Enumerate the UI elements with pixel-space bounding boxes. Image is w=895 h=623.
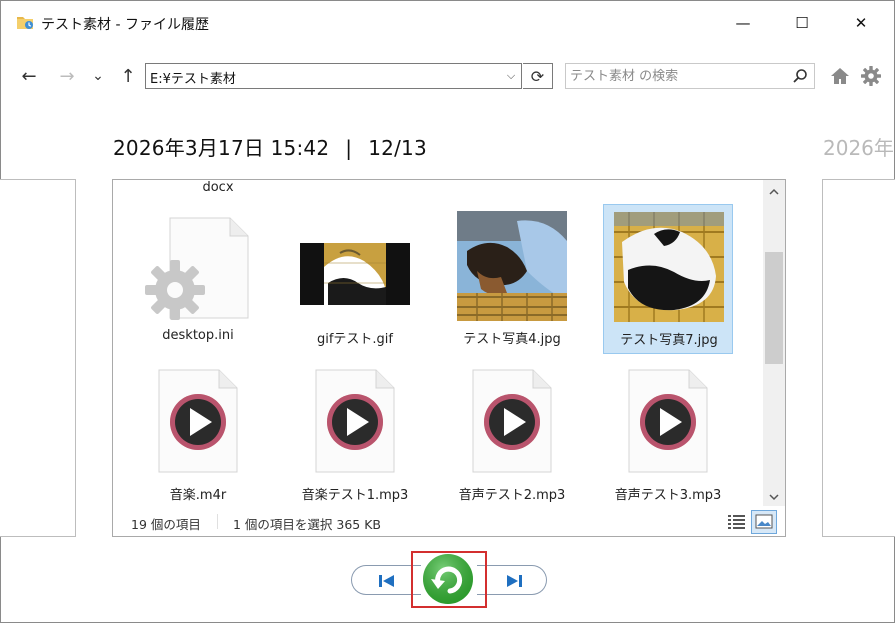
status-divider: [217, 514, 218, 529]
file-tile-test-photo-7[interactable]: テスト写真7.jpg: [603, 204, 733, 354]
selection-info: 1 個の項目を選択 365 KB: [233, 517, 382, 532]
home-icon[interactable]: [829, 65, 851, 87]
image-thumbnail: [457, 211, 567, 321]
forward-button[interactable]: →: [53, 61, 81, 91]
file-grid: docx desktop.ini gifテスト.gif テスト写真4.jpg テ…: [113, 180, 763, 508]
search-box[interactable]: [565, 63, 815, 89]
next-version-button[interactable]: [477, 565, 547, 595]
search-input[interactable]: [570, 67, 780, 85]
recent-locations-button[interactable]: ⌄: [87, 61, 109, 91]
file-name: 音楽テスト1.mp3: [301, 488, 409, 503]
back-button[interactable]: ←: [15, 61, 43, 91]
close-button[interactable]: ✕: [838, 1, 884, 45]
partial-file-label: docx: [202, 180, 234, 195]
title-bar: テスト素材 - ファイル履歴 — ☐ ✕: [1, 1, 894, 45]
file-name: desktop.ini: [162, 328, 234, 343]
file-tile-desktop-ini[interactable]: desktop.ini: [133, 204, 263, 354]
address-bar[interactable]: E:¥テスト素材 ⌵: [145, 63, 522, 89]
scroll-up-button[interactable]: [763, 182, 785, 200]
media-file-icon: [472, 369, 552, 473]
file-name: 音声テスト2.mp3: [458, 488, 566, 503]
file-tile-gif-test[interactable]: gifテスト.gif: [290, 204, 420, 354]
previous-snapshot-panel[interactable]: [0, 179, 76, 537]
file-tile-voice-test-2[interactable]: 音声テスト2.mp3: [447, 360, 577, 508]
minimize-button[interactable]: —: [720, 1, 766, 45]
image-thumbnail: [300, 243, 410, 305]
large-icons-view-button[interactable]: [751, 510, 777, 534]
file-tile-music-m4r[interactable]: 音楽.m4r: [133, 360, 263, 508]
file-tile-voice-test-3[interactable]: 音声テスト3.mp3: [603, 360, 733, 508]
address-dropdown-button[interactable]: ⌵: [501, 64, 521, 88]
file-name: 音声テスト3.mp3: [614, 488, 722, 503]
file-name: gifテスト.gif: [316, 332, 393, 347]
snapshot-separator: |: [345, 136, 353, 160]
gear-icon[interactable]: [860, 65, 882, 87]
next-snapshot-panel[interactable]: [822, 179, 895, 537]
restore-icon[interactable]: [419, 553, 477, 605]
address-path: E:¥テスト素材: [150, 72, 236, 87]
scroll-thumb[interactable]: [765, 252, 783, 364]
large-icons-view-icon: [755, 514, 773, 529]
refresh-button[interactable]: ⟳: [523, 63, 553, 89]
file-name: テスト写真4.jpg: [463, 332, 561, 347]
navigation-bar: ← → ⌄ ↑ E:¥テスト素材 ⌵ ⟳: [1, 61, 894, 93]
snapshot-date-line: 2026年3月17日 15:42 | 12/13: [113, 132, 427, 161]
file-panel: docx desktop.ini gifテスト.gif テスト写真4.jpg テ…: [112, 179, 786, 537]
up-button[interactable]: ↑: [115, 61, 141, 91]
next-version-icon: [507, 575, 522, 587]
media-file-icon: [158, 369, 238, 473]
maximize-button[interactable]: ☐: [779, 1, 825, 45]
chevron-down-icon: [769, 493, 779, 500]
search-icon[interactable]: [792, 68, 808, 84]
media-file-icon: [315, 369, 395, 473]
file-history-window: テスト素材 - ファイル履歴 — ☐ ✕ ← → ⌄ ↑ E:¥テスト素材 ⌵ …: [0, 0, 895, 623]
media-file-icon: [628, 369, 708, 473]
scroll-down-button[interactable]: [763, 488, 785, 506]
folder-history-icon: [17, 17, 33, 29]
vertical-scrollbar[interactable]: [763, 180, 785, 506]
snapshot-position: 12/13: [368, 136, 427, 160]
file-name: 音楽.m4r: [169, 488, 227, 503]
chevron-up-icon: [769, 188, 779, 195]
image-thumbnail: [614, 212, 724, 322]
file-tile-test-photo-4[interactable]: テスト写真4.jpg: [447, 204, 577, 354]
previous-version-icon: [379, 575, 394, 587]
status-bar: 19 個の項目 1 個の項目を選択 365 KB: [113, 508, 785, 536]
details-view-icon[interactable]: [726, 512, 748, 532]
window-title: テスト素材 - ファイル履歴: [41, 17, 209, 33]
file-name: テスト写真7.jpg: [620, 333, 718, 348]
snapshot-date: 2026年3月17日 15:42: [113, 136, 330, 160]
item-count: 19 個の項目: [131, 517, 201, 532]
file-tile-music-test-1[interactable]: 音楽テスト1.mp3: [290, 360, 420, 508]
settings-file-icon: [145, 217, 249, 320]
next-snapshot-date[interactable]: 2026年: [823, 132, 894, 161]
